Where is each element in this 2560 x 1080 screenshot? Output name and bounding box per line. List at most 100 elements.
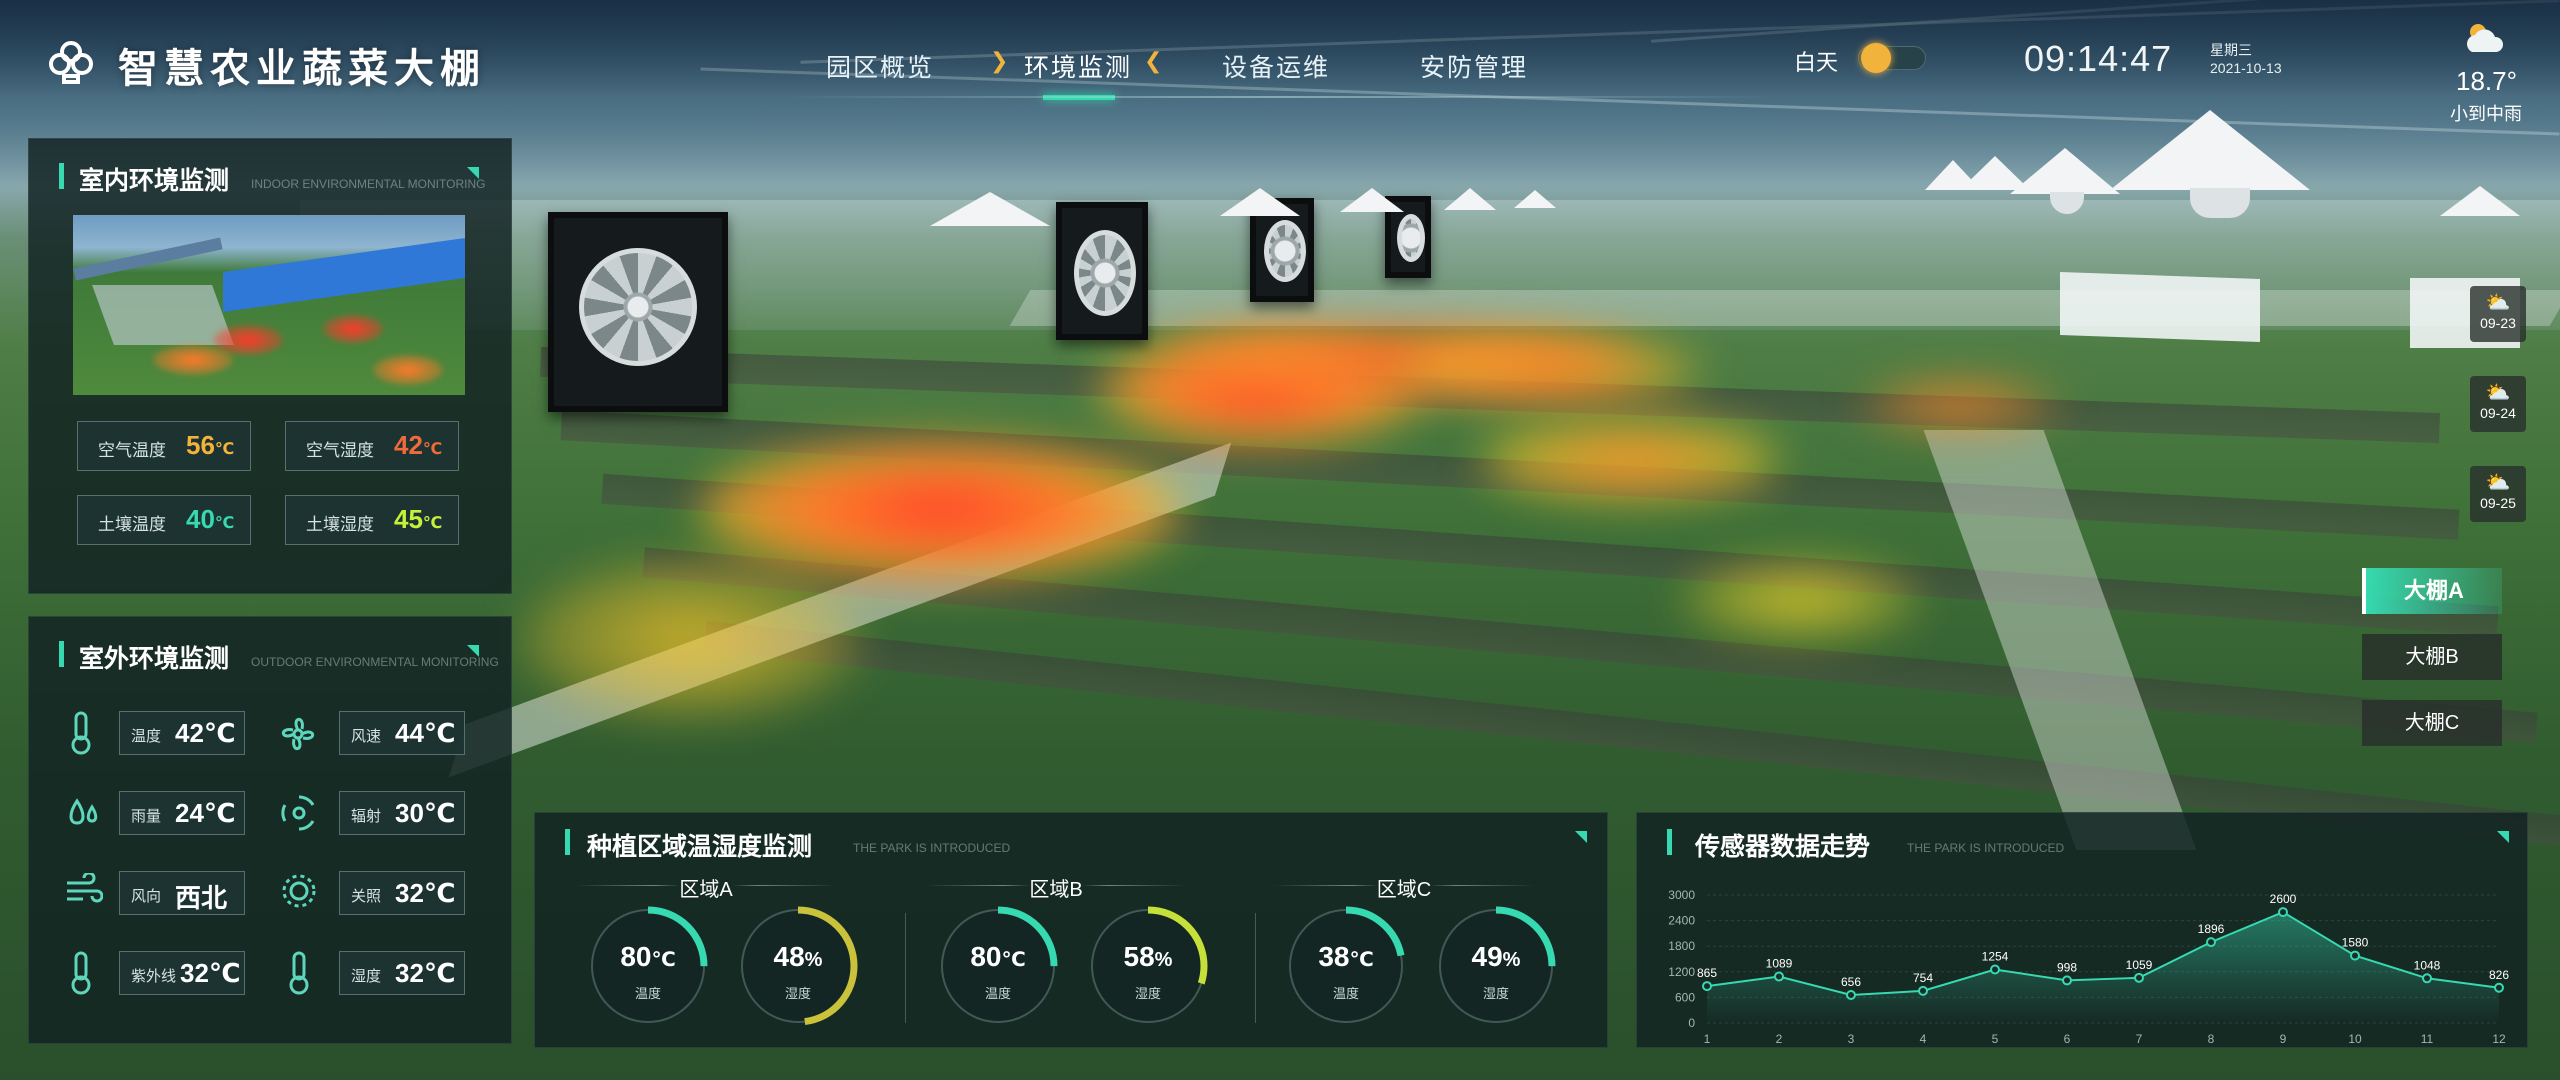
data-point: [1702, 981, 1712, 992]
heat-spot: [700, 440, 1180, 580]
data-point: [2206, 937, 2216, 948]
data-label: 2600: [2270, 892, 2297, 906]
forecast-day: ⛅ 09-23: [2470, 286, 2526, 342]
forecast-day: ⛅ 09-24: [2470, 376, 2526, 432]
heat-spot: [1860, 380, 2060, 430]
gauge-label: 温度: [634, 986, 661, 1001]
data-point: [1846, 990, 1856, 1001]
planting-zone-panel: 种植区域温湿度监测 THE PARK IS INTRODUCED 区域A 80℃ 温…: [534, 812, 1608, 1048]
cloud-sun-icon: ⛅: [2485, 382, 2511, 404]
panel-accent-bar: [59, 641, 64, 667]
panel-accent-bar: [565, 829, 570, 855]
data-label: 754: [1913, 971, 1933, 985]
metric-unit: ℃: [422, 515, 443, 532]
greenhouse-a-button[interactable]: 大棚A: [2362, 568, 2502, 614]
gauge-label: 湿度: [784, 986, 811, 1001]
x-tick-label: 11: [2421, 1032, 2434, 1046]
metric-label: 空气温度: [98, 441, 166, 460]
y-tick-label: 2400: [1668, 914, 1695, 928]
forecast-date: 09-23: [2480, 315, 2516, 331]
thumbnail-heat: [373, 355, 443, 385]
x-tick-label: 9: [2280, 1032, 2287, 1046]
x-tick-label: 10: [2348, 1032, 2362, 1046]
outdoor-uv-metric: 紫外线 32℃: [119, 951, 245, 995]
greenhouse-camera-thumbnail[interactable]: [73, 215, 465, 395]
gauge-label: 湿度: [1482, 986, 1509, 1001]
panel-title: 传感器数据走势: [1695, 833, 1871, 861]
chevron-left-icon: ❮: [1144, 48, 1163, 73]
panel-title: 室外环境监测: [79, 645, 230, 673]
gauge-value: 80℃: [970, 941, 1026, 972]
soil-humidity-metric: 土壤湿度 45℃: [285, 495, 459, 545]
gauge-unit: ℃: [1349, 949, 1374, 971]
panel-title: 种植区域温湿度监测: [587, 833, 813, 861]
zone-divider: [1273, 885, 1535, 886]
day-night-toggle[interactable]: [1858, 43, 1926, 73]
data-label: 1580: [2342, 936, 2369, 950]
forecast-date: 09-25: [2480, 495, 2516, 511]
y-tick-label: 600: [1675, 990, 1695, 1004]
zone-separator: [1255, 913, 1256, 1023]
weather-description: 小到中雨: [2450, 104, 2522, 124]
air-temperature-metric: 空气温度 56℃: [77, 421, 251, 471]
rain-drops-icon: [65, 793, 101, 833]
temperature-gauge: 80℃ 温度: [585, 903, 711, 1029]
panel-accent-bar: [59, 163, 64, 189]
nav-environment-monitoring[interactable]: 环境监测: [1024, 48, 1132, 84]
zone-divider: [925, 885, 1187, 886]
y-tick-label: 1200: [1668, 965, 1695, 979]
metric-value: 24℃: [175, 798, 236, 828]
metric-label: 雨量: [131, 808, 162, 825]
indoor-monitoring-panel: 室内环境监测 INDOOR ENVIRONMENTAL MONITORING 空…: [28, 138, 512, 594]
gauge-value: 58%: [1123, 941, 1173, 972]
metric-value: 西北: [175, 883, 228, 913]
metric-value: 44℃: [395, 718, 456, 748]
panel-subtitle: INDOOR ENVIRONMENTAL MONITORING: [251, 177, 486, 191]
gauge-unit: %: [1502, 949, 1521, 971]
chevron-right-icon: ❯: [990, 48, 1009, 73]
y-tick-label: 1800: [1668, 939, 1695, 953]
panel-subtitle: OUTDOOR ENVIRONMENTAL MONITORING: [251, 655, 499, 669]
thumbnail-roof: [223, 237, 465, 313]
greenhouse-lamp: [1514, 190, 1556, 208]
zone-label: 区域A: [679, 879, 733, 901]
gauge-unit: %: [804, 949, 823, 971]
outdoor-radiation-metric: 辐射 30℃: [339, 791, 465, 835]
thumbnail-structure: [92, 285, 234, 345]
temperature-gauge: 80℃ 温度: [935, 903, 1061, 1029]
thermometer-icon: [283, 951, 315, 995]
weekday: 星期三: [2210, 42, 2252, 58]
sun-light-icon: [279, 871, 319, 911]
panel-subtitle: THE PARK IS INTRODUCED: [853, 841, 1011, 855]
metric-label: 土壤温度: [98, 515, 166, 534]
cloud-sun-icon: ⛅: [2485, 292, 2511, 314]
y-tick-label: 0: [1688, 1016, 1695, 1030]
greenhouse-b-button[interactable]: 大棚B: [2362, 634, 2502, 680]
data-label: 865: [1697, 966, 1717, 980]
fan-icon: [277, 713, 319, 755]
panel-accent-bar: [1667, 829, 1672, 855]
app-title: 智慧农业蔬菜大棚: [118, 47, 486, 91]
y-tick-label: 3000: [1668, 888, 1695, 902]
flower-logo-icon: [48, 40, 94, 86]
outdoor-wind-speed-metric: 风速 44℃: [339, 711, 465, 755]
data-label: 1048: [2414, 958, 2441, 972]
greenhouse-c-button[interactable]: 大棚C: [2362, 700, 2502, 746]
exhaust-fan: [1056, 202, 1148, 340]
forecast-day: ⛅ 09-25: [2470, 466, 2526, 522]
gauge-label: 温度: [1332, 986, 1359, 1001]
heat-spot: [520, 560, 860, 720]
metric-unit: ℃: [214, 515, 235, 532]
metric-label: 紫外线: [131, 968, 177, 985]
nav-device-maintenance[interactable]: 设备运维: [1222, 48, 1330, 84]
gauge-label: 温度: [984, 986, 1011, 1001]
cloud-sun-icon: ⛅: [2485, 472, 2511, 494]
nav-security-management[interactable]: 安防管理: [1420, 48, 1528, 84]
gauge-value: 80℃: [620, 941, 676, 972]
x-tick-label: 4: [1920, 1032, 1927, 1046]
nav-park-overview[interactable]: 园区概览: [826, 48, 934, 84]
x-tick-label: 5: [1992, 1032, 1999, 1046]
data-point: [2422, 973, 2432, 984]
metric-unit: ℃: [422, 441, 443, 458]
x-tick-label: 7: [2136, 1032, 2143, 1046]
